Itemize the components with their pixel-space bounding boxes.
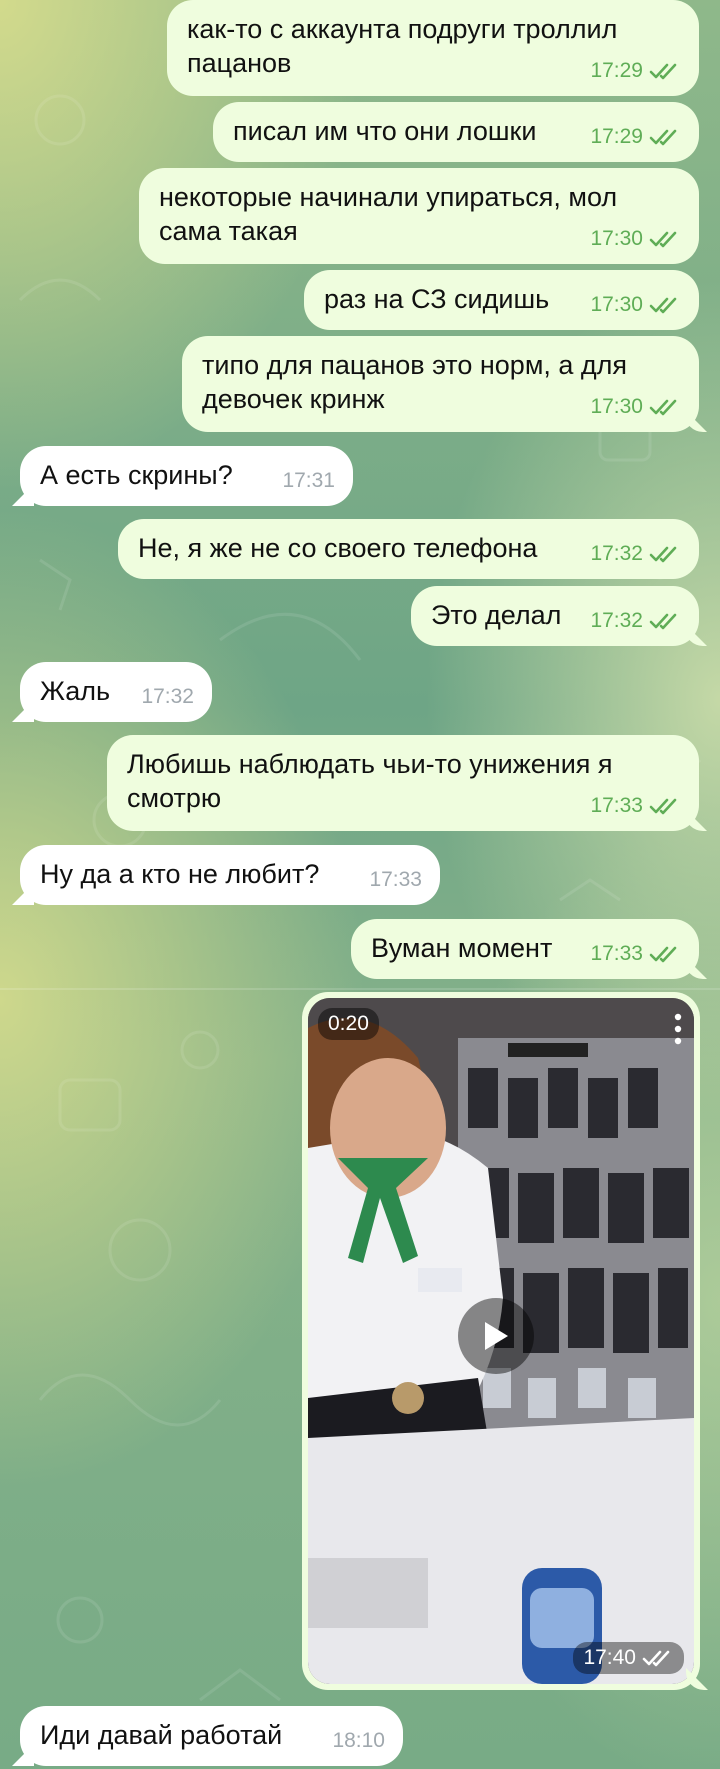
message-meta: 17:32 (590, 537, 681, 571)
message-bubble-incoming[interactable]: Ну да а кто не любит? 17:33 (20, 845, 440, 905)
message-meta: 17:32 (590, 604, 681, 638)
play-icon (485, 1322, 508, 1350)
message-meta: 17:33 (590, 789, 681, 823)
message-bubble-outgoing[interactable]: некоторые начинали упираться, мол сама т… (139, 168, 699, 264)
message-meta: 17:30 (590, 222, 681, 256)
double-check-icon (649, 129, 677, 146)
video-duration-badge: 0:20 (318, 1008, 379, 1040)
message-time: 17:33 (590, 794, 643, 817)
message-bubble-outgoing[interactable]: Вуман момент 17:33 (351, 919, 699, 979)
video-message[interactable]: 0:20 17:40 (302, 992, 700, 1690)
message-time: 17:30 (590, 227, 643, 250)
message-bubble-outgoing[interactable]: писал им что они лошки 17:29 (213, 102, 699, 162)
message-meta: 17:31 (282, 464, 335, 498)
double-check-icon (649, 613, 677, 630)
message-bubble-outgoing[interactable]: Не, я же не со своего телефона 17:32 (118, 519, 699, 579)
message-bubble-incoming[interactable]: Иди давай работай 18:10 (20, 1706, 403, 1766)
message-bubble-outgoing[interactable]: Любишь наблюдать чьи-то унижения я смотр… (107, 735, 699, 831)
video-time-badge: 17:40 (573, 1642, 684, 1674)
message-time: 17:32 (590, 609, 643, 632)
message-time: 18:10 (332, 1729, 385, 1752)
message-meta: 17:33 (590, 937, 681, 971)
message-bubble-outgoing[interactable]: Это делал 17:32 (411, 586, 699, 646)
message-meta: 17:29 (590, 54, 681, 88)
message-time: 17:30 (590, 293, 643, 316)
message-text: А есть скрины? (40, 460, 233, 490)
message-bubble-incoming[interactable]: А есть скрины? 17:31 (20, 446, 353, 506)
double-check-icon (649, 231, 677, 248)
message-time: 17:29 (590, 125, 643, 148)
message-bubble-outgoing[interactable]: типо для пацанов это норм, а для девочек… (182, 336, 699, 432)
message-time: 17:32 (590, 542, 643, 565)
double-check-icon (649, 798, 677, 815)
double-check-icon (649, 946, 677, 963)
double-check-icon (649, 546, 677, 563)
message-meta: 17:33 (369, 863, 422, 897)
double-check-icon (649, 297, 677, 314)
message-text: Ну да а кто не любит? (40, 859, 320, 889)
more-vertical-icon[interactable] (674, 1012, 682, 1046)
message-bubble-outgoing[interactable]: как-то с аккаунта подруги троллил пацано… (167, 0, 699, 96)
message-time: 17:29 (590, 59, 643, 82)
message-time: 17:30 (590, 395, 643, 418)
message-time: 17:40 (583, 1646, 636, 1669)
message-time: 17:33 (590, 942, 643, 965)
double-check-icon (649, 399, 677, 416)
message-meta: 18:10 (332, 1724, 385, 1758)
double-check-icon (649, 63, 677, 80)
double-check-icon (642, 1650, 670, 1667)
message-meta: 17:32 (141, 680, 194, 714)
message-bubble-incoming[interactable]: Жаль 17:32 (20, 662, 212, 722)
message-time: 17:33 (369, 868, 422, 891)
message-meta: 17:30 (590, 390, 681, 424)
message-meta: 17:30 (590, 288, 681, 322)
message-meta: 17:29 (590, 120, 681, 154)
date-section-divider (0, 988, 720, 990)
message-time: 17:32 (141, 685, 194, 708)
play-button[interactable] (458, 1298, 534, 1374)
video-preview[interactable]: 0:20 17:40 (308, 998, 694, 1684)
message-time: 17:31 (282, 469, 335, 492)
message-bubble-outgoing[interactable]: раз на СЗ сидишь 17:30 (304, 270, 699, 330)
